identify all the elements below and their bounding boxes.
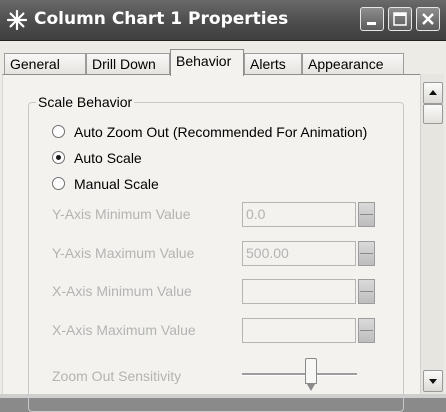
manual-scale-label: Manual Scale: [74, 176, 159, 192]
tab-behavior[interactable]: Behavior: [170, 49, 244, 76]
x-axis-min-field[interactable]: [242, 279, 356, 304]
tab-general[interactable]: General: [4, 53, 86, 75]
scroll-down-button[interactable]: [423, 370, 443, 392]
x-axis-max-field[interactable]: [242, 318, 356, 343]
close-button[interactable]: [416, 7, 440, 31]
asterisk-star-icon: [6, 9, 28, 31]
y-axis-min-spinner[interactable]: [358, 202, 375, 227]
minimize-button[interactable]: [360, 7, 384, 31]
x-axis-min-label: X-Axis Minimum Value: [52, 283, 192, 299]
group-legend: Scale Behavior: [36, 94, 135, 110]
x-axis-max-label: X-Axis Maximum Value: [52, 322, 196, 338]
zoom-sensitivity-track[interactable]: [242, 373, 357, 376]
vertical-scrollbar[interactable]: [420, 74, 444, 398]
y-axis-min-field[interactable]: 0.0: [242, 202, 356, 227]
y-axis-max-label: Y-Axis Maximum Value: [52, 245, 195, 261]
bottom-edge: [0, 394, 446, 398]
tab-alerts[interactable]: Alerts: [244, 53, 302, 75]
x-axis-max-spinner[interactable]: [358, 318, 375, 343]
y-axis-max-field[interactable]: 500.00: [242, 241, 356, 266]
y-axis-max-spinner[interactable]: [358, 241, 375, 266]
tab-strip: General Drill Down Behavior Alerts Appea…: [0, 40, 446, 76]
scroll-thumb[interactable]: [423, 104, 443, 124]
auto-scale-label: Auto Scale: [74, 150, 142, 166]
auto-zoom-out-radio[interactable]: [52, 125, 65, 138]
properties-window: Column Chart 1 Properties General Drill …: [0, 0, 446, 412]
y-axis-min-label: Y-Axis Minimum Value: [52, 206, 191, 222]
tab-drill-down[interactable]: Drill Down: [86, 53, 170, 75]
close-icon: [422, 13, 434, 25]
maximize-button[interactable]: [388, 7, 412, 31]
scroll-up-button[interactable]: [423, 82, 443, 104]
maximize-icon: [393, 12, 407, 26]
auto-zoom-out-label: Auto Zoom Out (Recommended For Animation…: [74, 124, 368, 140]
tab-appearance[interactable]: Appearance: [302, 53, 404, 75]
minimize-icon: [367, 22, 376, 25]
x-axis-min-spinner[interactable]: [358, 279, 375, 304]
zoom-sensitivity-label: Zoom Out Sensitivity: [52, 368, 182, 384]
chevron-down-icon: [429, 379, 437, 384]
title-bar[interactable]: Column Chart 1 Properties: [0, 0, 446, 41]
zoom-sensitivity-slider-thumb[interactable]: [305, 358, 317, 391]
window-title: Column Chart 1 Properties: [34, 9, 289, 29]
manual-scale-radio[interactable]: [52, 177, 65, 190]
auto-scale-radio[interactable]: [52, 151, 65, 164]
chevron-up-icon: [429, 90, 437, 95]
